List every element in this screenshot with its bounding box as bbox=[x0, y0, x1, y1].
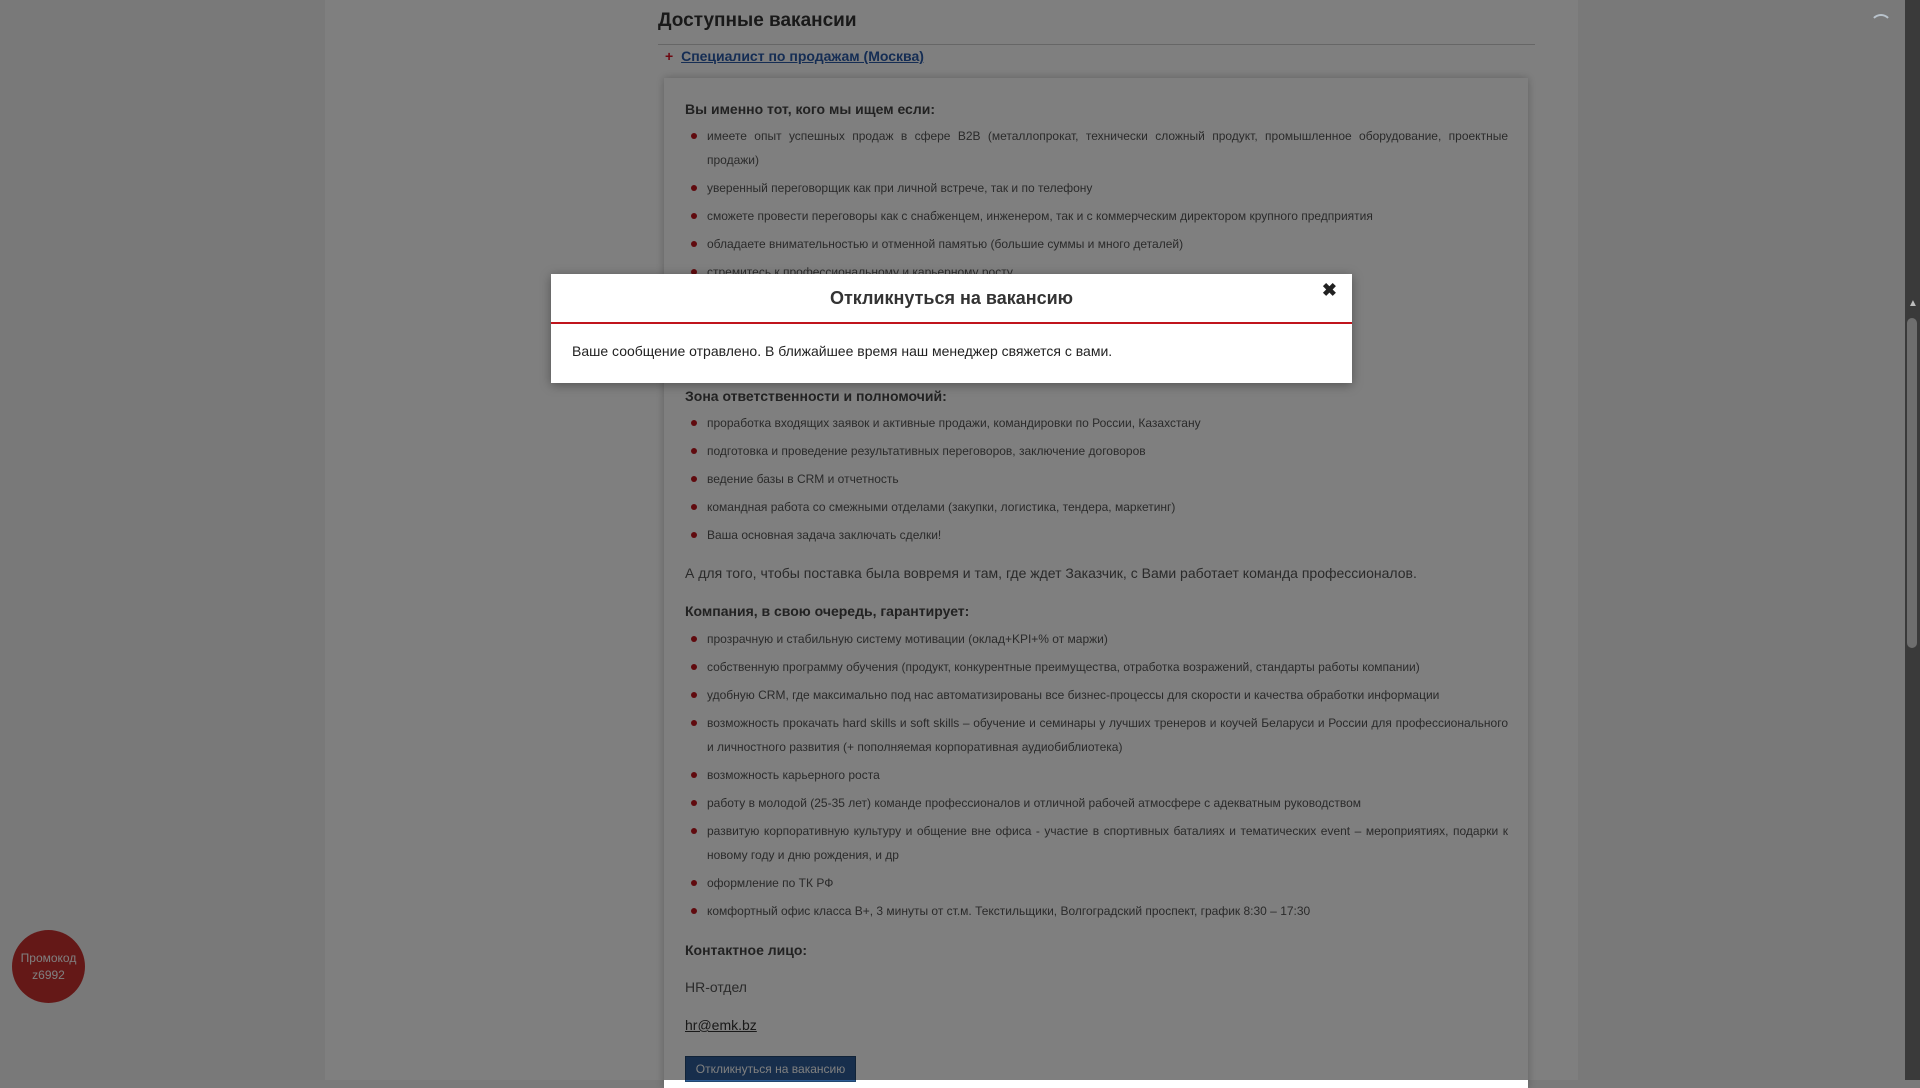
scrollbar-thumb[interactable] bbox=[1907, 318, 1917, 648]
scroll-up-arrow-icon[interactable]: ▲ bbox=[1908, 298, 1918, 309]
modal-title: Откликнуться на вакансию bbox=[829, 288, 1074, 308]
modal-backdrop[interactable] bbox=[0, 0, 1905, 1080]
modal-message: Ваше сообщение отравлено. В ближайшее вр… bbox=[572, 343, 1113, 359]
close-icon[interactable]: ✖ bbox=[1322, 280, 1337, 301]
modal-divider bbox=[551, 322, 1352, 324]
loading-spinner-icon bbox=[1870, 14, 1892, 36]
response-modal: Откликнуться на вакансию ✖ Ваше сообщени… bbox=[551, 274, 1352, 383]
